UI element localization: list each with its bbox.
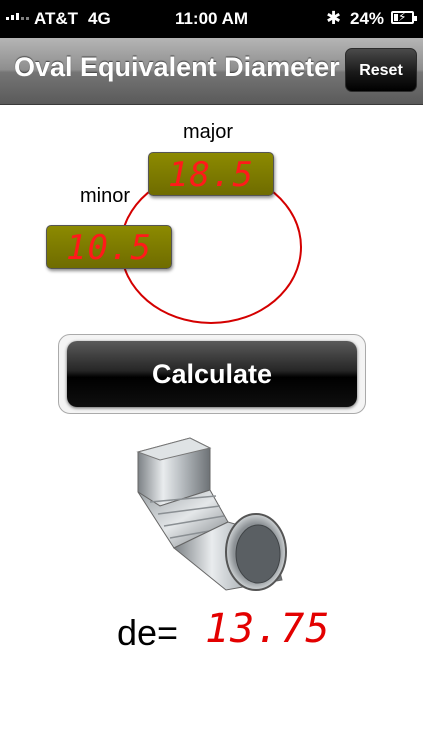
battery-icon: ⚡ (391, 10, 417, 24)
minor-input[interactable]: 10.5 (46, 225, 172, 269)
major-label: major (183, 121, 234, 143)
bluetooth-icon: ✱ (326, 8, 342, 28)
result-value: 13.75 (205, 606, 331, 652)
charging-bolt-icon: ⚡ (398, 10, 407, 24)
reset-button[interactable]: Reset (345, 48, 417, 92)
minor-label: minor (80, 185, 131, 207)
duct-elbow-image (136, 437, 287, 591)
result-label: de= (117, 612, 179, 653)
navigation-bar: Oval Equivalent Diameter Reset (0, 38, 423, 105)
page-title: Oval Equivalent Diameter (14, 52, 340, 82)
battery-fill (394, 14, 398, 21)
calculate-button-frame: Calculate (58, 334, 366, 414)
status-bar: AT&T 4G 11:00 AM ✱ 24% ⚡ (0, 0, 423, 38)
battery-percent: 24% (350, 9, 385, 28)
major-input[interactable]: 18.5 (148, 152, 274, 196)
calculate-button[interactable]: Calculate (67, 341, 357, 407)
